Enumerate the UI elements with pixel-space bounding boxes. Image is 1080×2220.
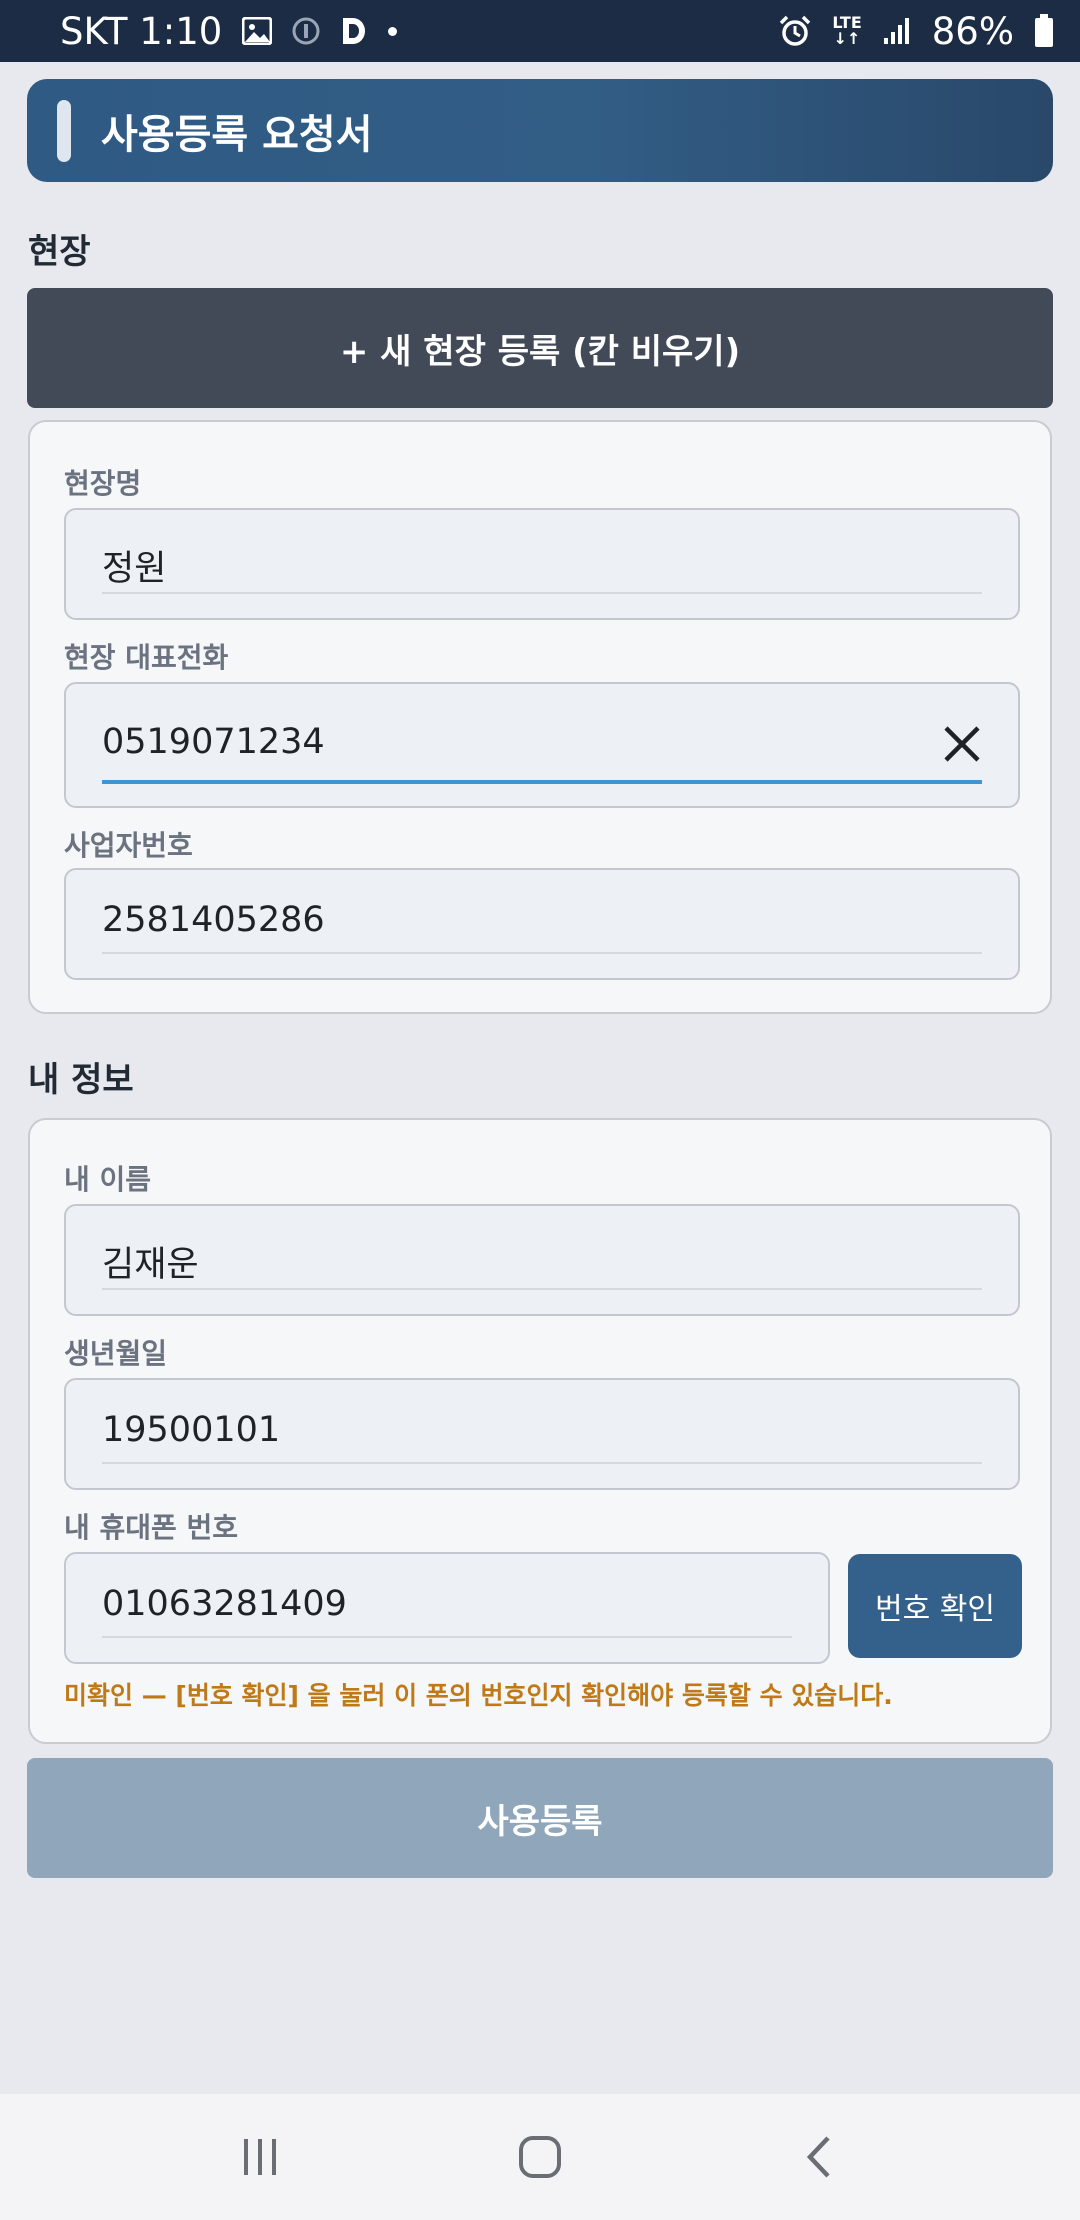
header-accent-bar — [57, 99, 71, 162]
alarm-icon — [778, 14, 812, 48]
status-bar: SKT 1:10 LTE ↓↑ 86% — [0, 0, 1080, 62]
field-underline — [102, 1636, 792, 1638]
site-name-value: 정원 — [102, 549, 167, 589]
clear-icon[interactable] — [940, 722, 984, 766]
my-name-value: 김재운 — [102, 1245, 199, 1285]
site-card: 현장명 정원 현장 대표전화 0519071234 사업자번호 25814052… — [28, 420, 1052, 1014]
business-number-label: 사업자번호 — [64, 829, 193, 862]
field-underline — [102, 592, 982, 594]
recent-apps-icon[interactable] — [215, 2122, 305, 2192]
site-phone-label: 현장 대표전화 — [64, 641, 229, 674]
registration-screen: SKT 1:10 LTE ↓↑ 86% 사용등록 요청서 현장 + 새 현장 등… — [0, 0, 1080, 2220]
field-underline — [102, 1462, 982, 1464]
notification-dot-icon — [388, 26, 398, 36]
my-phone-field[interactable]: 01063281409 — [64, 1552, 830, 1664]
my-phone-label: 내 휴대폰 번호 — [64, 1511, 239, 1544]
battery-icon — [1034, 14, 1054, 48]
business-number-value: 2581405286 — [102, 900, 325, 940]
data-arrows: ↓↑ — [833, 29, 861, 48]
verification-warning: 미확인 — [번호 확인] 을 눌러 이 폰의 번호인지 확인해야 등록할 수 … — [64, 1681, 893, 1710]
verify-number-button[interactable]: 번호 확인 — [848, 1554, 1022, 1658]
lte-icon: LTE ↓↑ — [832, 15, 861, 47]
info-icon — [292, 17, 320, 45]
signal-icon — [882, 16, 912, 46]
register-button[interactable]: 사용등록 — [27, 1758, 1053, 1878]
my-phone-value: 01063281409 — [102, 1584, 347, 1624]
home-icon[interactable] — [495, 2122, 585, 2192]
field-underline — [102, 1288, 982, 1290]
site-name-label: 현장명 — [64, 467, 142, 500]
page-header: 사용등록 요청서 — [27, 79, 1053, 182]
system-nav-bar — [0, 2094, 1080, 2220]
new-site-button[interactable]: + 새 현장 등록 (칸 비우기) — [27, 288, 1053, 408]
site-phone-value: 0519071234 — [102, 722, 325, 762]
back-icon[interactable] — [775, 2122, 865, 2192]
birthdate-field[interactable]: 19500101 — [64, 1378, 1020, 1490]
carrier-time: SKT 1:10 — [60, 9, 223, 53]
field-underline — [102, 952, 982, 954]
my-name-field[interactable]: 김재운 — [64, 1204, 1020, 1316]
birthdate-label: 생년월일 — [64, 1337, 168, 1370]
site-section-title: 현장 — [28, 232, 91, 272]
status-bar-right: LTE ↓↑ 86% — [778, 10, 1054, 53]
page-title: 사용등록 요청서 — [101, 111, 373, 158]
birthdate-value: 19500101 — [102, 1410, 281, 1450]
battery-percent: 86% — [931, 9, 1014, 53]
my-info-section-title: 내 정보 — [28, 1060, 134, 1100]
business-number-field[interactable]: 2581405286 — [64, 868, 1020, 980]
d-app-icon — [340, 16, 368, 46]
field-underline-focused — [102, 780, 982, 784]
status-bar-left: SKT 1:10 — [60, 9, 398, 53]
my-name-label: 내 이름 — [64, 1163, 152, 1196]
site-name-field[interactable]: 정원 — [64, 508, 1020, 620]
image-icon — [242, 17, 273, 45]
my-info-card: 내 이름 김재운 생년월일 19500101 내 휴대폰 번호 01063281… — [28, 1118, 1052, 1744]
site-phone-field[interactable]: 0519071234 — [64, 682, 1020, 808]
